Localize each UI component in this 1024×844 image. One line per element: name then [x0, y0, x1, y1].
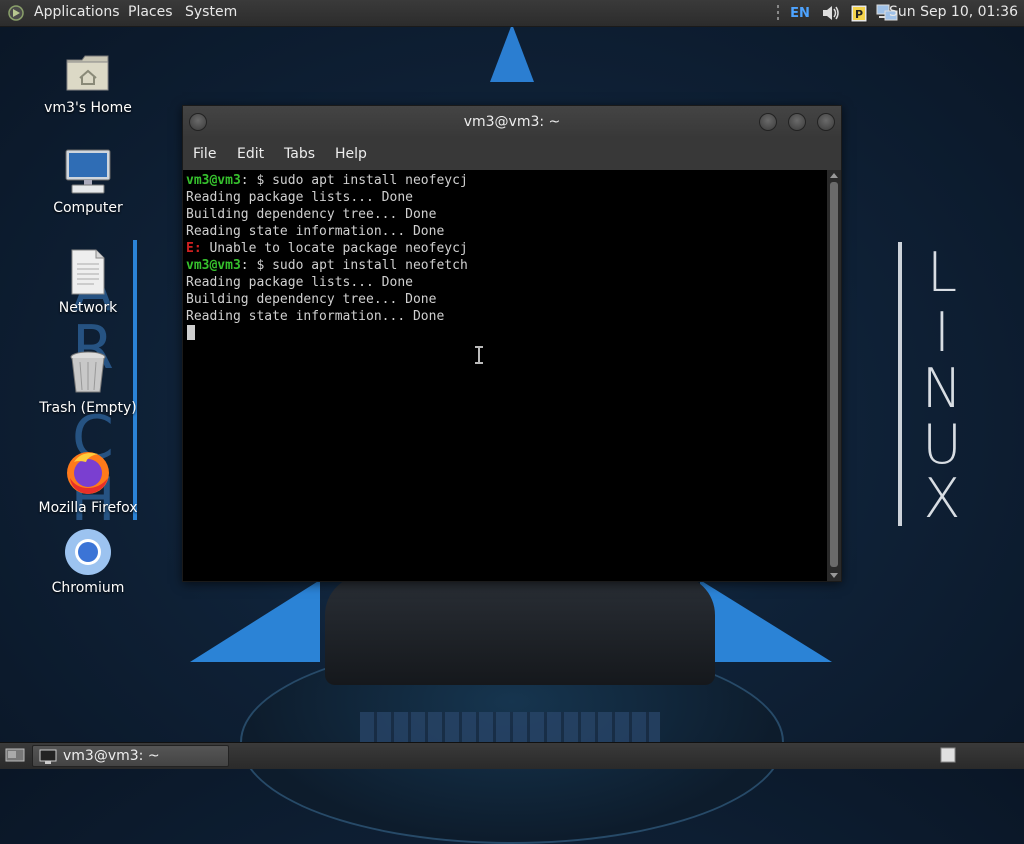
desktop-icon-computer[interactable]: Computer	[13, 148, 163, 216]
show-desktop-icon[interactable]	[4, 745, 26, 765]
terminal-line: E: Unable to locate package neofeycj	[186, 240, 468, 257]
terminal-output[interactable]: vm3@vm3: $ sudo apt install neofeycj Rea…	[183, 170, 827, 581]
desktop-icon-label: Trash (Empty)	[39, 400, 137, 416]
wallpaper-bar-right	[898, 242, 902, 526]
terminal-prompt: vm3@vm3	[186, 258, 241, 273]
trash-icon	[64, 348, 112, 396]
terminal-menu-edit[interactable]: Edit	[237, 146, 264, 162]
menu-applications[interactable]: Applications	[34, 4, 120, 20]
maximize-button[interactable]	[788, 113, 806, 131]
desktop-icon-network[interactable]: Network	[13, 248, 163, 316]
wallpaper-letter: L	[926, 241, 958, 304]
minimize-button[interactable]	[759, 113, 777, 131]
desktop-icon-chromium[interactable]: Chromium	[13, 528, 163, 596]
home-folder-icon	[64, 48, 112, 96]
top-panel: Applications Places System EN P Sun Sep …	[0, 0, 1024, 27]
terminal-command: : $ sudo apt install neofeycj	[240, 173, 468, 188]
volume-icon[interactable]	[820, 3, 842, 23]
terminal-window: vm3@vm3: ~ File Edit Tabs Help vm3@vm3: …	[182, 105, 842, 582]
scrollbar-thumb[interactable]	[830, 182, 838, 567]
desktop-icon-label: Chromium	[51, 580, 125, 596]
desktop-icon-home[interactable]: vm3's Home	[13, 48, 163, 116]
terminal-line: Building dependency tree... Done	[186, 207, 437, 222]
terminal-line: vm3@vm3: $ sudo apt install neofetch	[186, 257, 468, 274]
terminal-line: Reading state information... Done	[186, 309, 445, 324]
panel-separator-icon	[772, 3, 784, 23]
desktop-icon-firefox[interactable]: Mozilla Firefox	[13, 448, 163, 516]
wallpaper-letter: X	[923, 467, 961, 530]
chromium-icon	[64, 528, 112, 576]
terminal-titlebar[interactable]: vm3@vm3: ~	[183, 106, 841, 138]
computer-icon	[64, 148, 112, 196]
terminal-cursor	[187, 325, 195, 340]
terminal-prompt: vm3@vm3	[186, 173, 241, 188]
terminal-menu-help[interactable]: Help	[335, 146, 367, 162]
terminal-line: Reading state information... Done	[186, 224, 445, 239]
bottom-panel: vm3@vm3: ~	[0, 742, 1024, 769]
mouse-ibeam-cursor-icon	[475, 346, 483, 364]
desktop-icon-label: Computer	[53, 200, 123, 216]
menu-places[interactable]: Places	[128, 4, 173, 20]
clipboard-applet-icon[interactable]: P	[848, 3, 870, 23]
terminal-title: vm3@vm3: ~	[463, 114, 561, 130]
svg-text:P: P	[855, 8, 863, 21]
wallpaper-letter: U	[922, 413, 962, 476]
wallpaper-triangle-left	[190, 580, 320, 662]
desktop-icon-trash[interactable]: Trash (Empty)	[13, 348, 163, 416]
desktop-icon-label: Mozilla Firefox	[38, 500, 138, 516]
scroll-down-arrow-icon[interactable]	[830, 573, 838, 578]
scroll-up-arrow-icon[interactable]	[830, 173, 838, 178]
terminal-line: Reading package lists... Done	[186, 190, 413, 205]
desktop-icon-label: Network	[58, 300, 118, 316]
close-button[interactable]	[817, 113, 835, 131]
terminal-app-icon	[39, 747, 57, 767]
terminal-error-prefix: E:	[186, 241, 202, 256]
main-menu-icon[interactable]	[6, 3, 26, 23]
workspace-switcher-icon[interactable]	[938, 745, 958, 765]
terminal-line: Building dependency tree... Done	[186, 292, 437, 307]
menu-system[interactable]: System	[185, 4, 237, 20]
desktop-icon-label: vm3's Home	[44, 100, 132, 116]
terminal-menu-tabs[interactable]: Tabs	[284, 146, 315, 162]
panel-clock[interactable]: Sun Sep 10, 01:36	[889, 4, 1018, 20]
terminal-line: Reading package lists... Done	[186, 275, 413, 290]
wallpaper-letter: I	[934, 301, 950, 364]
network-icon	[64, 248, 112, 296]
keyboard-layout-indicator[interactable]: EN	[789, 3, 811, 23]
wallpaper-triangle-top	[490, 24, 534, 82]
terminal-menu-file[interactable]: File	[193, 146, 216, 162]
terminal-scrollbar[interactable]	[827, 170, 841, 581]
terminal-error-message: Unable to locate package neofeycj	[201, 241, 468, 256]
taskbar-button-label: vm3@vm3: ~	[63, 748, 160, 764]
wallpaper-figure	[325, 575, 715, 685]
terminal-menubar: File Edit Tabs Help	[183, 138, 841, 170]
wallpaper-letter: N	[921, 357, 963, 420]
terminal-line: vm3@vm3: $ sudo apt install neofeycj	[186, 172, 468, 189]
wallpaper-keyboard	[360, 712, 660, 742]
wallpaper-triangle-right	[700, 580, 832, 662]
firefox-icon	[64, 448, 112, 496]
terminal-command: : $ sudo apt install neofetch	[240, 258, 468, 273]
taskbar-button-terminal[interactable]: vm3@vm3: ~	[32, 745, 229, 767]
